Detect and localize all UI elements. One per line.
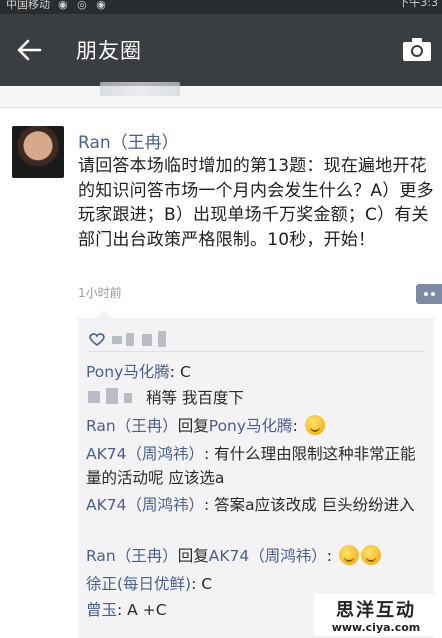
dot-icon [423, 292, 428, 296]
comment-separator: : [117, 601, 128, 619]
comment-item[interactable]: 稍等 我百度下 [86, 386, 430, 410]
reply-word: 回复 [177, 417, 209, 435]
comment-separator: : [326, 547, 337, 565]
comment-text: C [201, 575, 213, 593]
moments-post: Ran（王冉） 请回答本场临时增加的第13题：现在遍地开花的知识问答市场一个月内… [0, 108, 442, 638]
reply-word: 回复 [177, 547, 209, 565]
back-arrow-icon[interactable] [16, 38, 42, 62]
blurred-content [100, 82, 180, 96]
comment-section: Pony马化腾: C 稍等 我百度下 Ran（王冉）回复Pony马化腾: AK7… [78, 310, 434, 638]
post-text: 请回答本场临时增加的第13题：现在遍地开花的知识问答市场一个月内会发生什么？A）… [78, 156, 434, 250]
title-bar: 朋友圈 [0, 14, 442, 86]
comment-separator: : [204, 445, 215, 463]
wink-emoji-icon [360, 545, 381, 565]
more-options-button[interactable] [416, 284, 442, 304]
page-title: 朋友圈 [76, 39, 142, 63]
reply-target[interactable]: AK74（周鸿祎） [209, 547, 327, 565]
comment-author[interactable]: 徐正(每日优鲜) [86, 575, 191, 593]
comment-author[interactable]: Pony马化腾 [86, 363, 170, 381]
post-author[interactable]: Ran（王冉） [78, 128, 179, 153]
blurred-likes [158, 331, 166, 347]
status-icons: ◉ ◎ ◉ [58, 0, 109, 11]
heart-icon [89, 333, 105, 346]
watermark-url: www.ciya.com [331, 621, 421, 634]
clock-label: 下午3:3 [398, 0, 438, 9]
camera-icon[interactable] [402, 36, 432, 62]
blurred-name [106, 388, 118, 404]
comment-separator: : [204, 496, 215, 514]
comment-text: C [179, 363, 191, 381]
blurred-name [88, 391, 100, 403]
comment-item[interactable]: AK74（周鸿祎）: 答案a应该改成 巨头纷纷进入 [86, 493, 430, 517]
comment-author[interactable]: Ran（王冉） [86, 547, 178, 565]
previous-post-edge [0, 82, 442, 108]
comment-text: A +C [127, 601, 167, 619]
carrier-label: 中国移动 [6, 0, 50, 11]
comment-text: 答案a应该改成 巨头纷纷进入 [214, 496, 415, 514]
comment-author[interactable]: AK74（周鸿祎） [86, 496, 204, 514]
blurred-commenter [86, 388, 146, 406]
comment-item[interactable]: Ran（王冉）回复AK74（周鸿祎）: [86, 544, 430, 568]
comment-separator: : [292, 417, 303, 435]
blurred-likes [112, 336, 122, 344]
comment-author[interactable]: AK74（周鸿祎） [86, 445, 204, 463]
likes-row [86, 328, 426, 352]
post-time: 1小时前 [78, 286, 122, 300]
blurred-name [124, 393, 132, 403]
avatar[interactable] [12, 126, 64, 178]
watermark-name: 思洋互动 [336, 600, 416, 621]
watermark: 思洋互动 www.ciya.com [314, 594, 438, 636]
comment-author[interactable]: 曾玉 [86, 601, 117, 619]
comment-author[interactable]: Ran（王冉） [86, 417, 178, 435]
status-bar: 中国移动 ◉ ◎ ◉ 下午3:3 [0, 0, 442, 14]
smile-emoji-icon [304, 415, 325, 435]
comment-text: 稍等 我百度下 [146, 389, 244, 407]
grin-emoji-icon [338, 545, 359, 565]
comment-separator: : [191, 575, 202, 593]
blurred-likes [126, 333, 134, 346]
comment-separator: : [169, 363, 180, 381]
comment-item[interactable]: Pony马化腾: C [86, 360, 430, 384]
comment-item[interactable]: 徐正(每日优鲜): C [86, 572, 430, 596]
blurred-likes [142, 334, 152, 346]
dot-icon [430, 292, 435, 296]
comment-item[interactable]: AK74（周鸿祎）: 有什么理由限制这种非常正能量的活动呢 应该选a [86, 442, 430, 490]
comment-item[interactable]: Ran（王冉）回复Pony马化腾: [86, 414, 430, 438]
reply-target[interactable]: Pony马化腾 [209, 417, 293, 435]
